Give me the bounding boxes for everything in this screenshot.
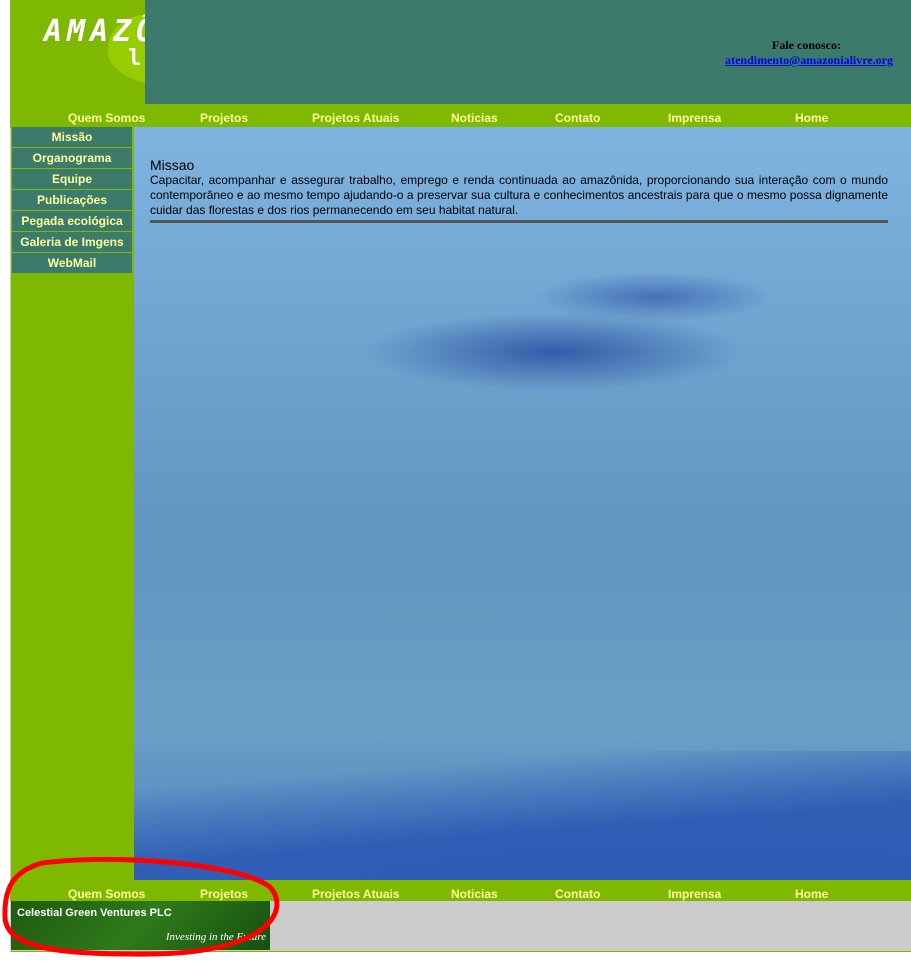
nav-projetos-atuais[interactable]: Projetos Atuais: [312, 111, 400, 125]
sidebar-item-pegada-ecologica[interactable]: Pegada ecológica: [12, 211, 132, 231]
nav-home[interactable]: Home: [795, 111, 828, 125]
nav-contato[interactable]: Contato: [555, 111, 600, 125]
footer-nav-noticias[interactable]: Noticias: [451, 887, 498, 901]
mission-text: Capacitar, acompanhar e assegurar trabal…: [150, 173, 888, 217]
nav-imprensa[interactable]: Imprensa: [668, 111, 721, 125]
mission-section: Missao Capacitar, acompanhar e assegurar…: [150, 157, 888, 223]
contact-box: Fale conosco: atendimento@amazonialivre.…: [725, 38, 893, 68]
sidebar-item-publicacoes[interactable]: Publicações: [12, 190, 132, 210]
footer-nav-imprensa[interactable]: Imprensa: [668, 887, 721, 901]
footer-nav-contato[interactable]: Contato: [555, 887, 600, 901]
sidebar-item-missao[interactable]: Missão: [12, 127, 132, 147]
mission-heading: Missao: [150, 157, 195, 173]
footer-nav-home[interactable]: Home: [795, 887, 828, 901]
sidebar-item-organograma[interactable]: Organograma: [12, 148, 132, 168]
nav-noticias[interactable]: Noticias: [451, 111, 498, 125]
sidebar-item-webmail[interactable]: WebMail: [12, 253, 132, 273]
footer-nav-projetos-atuais[interactable]: Projetos Atuais: [312, 887, 400, 901]
sidebar-menu: Missão Organograma Equipe Publicações Pe…: [12, 127, 132, 274]
nav-projetos[interactable]: Projetos: [200, 111, 248, 125]
sidebar-item-galeria[interactable]: Galeria de Imgens: [12, 232, 132, 252]
sidebar-item-equipe[interactable]: Equipe: [12, 169, 132, 189]
header-banner: Fale conosco: atendimento@amazonialivre.…: [145, 0, 911, 104]
nav-quem-somos[interactable]: Quem Somos: [68, 111, 145, 125]
contact-label: Fale conosco:: [772, 38, 841, 52]
contact-email-link[interactable]: atendimento@amazonialivre.org: [725, 53, 893, 67]
top-navigation: Quem Somos Projetos Projetos Atuais Noti…: [10, 104, 911, 128]
red-circle-annotation: [2, 857, 280, 957]
forest-background-image: Missao Capacitar, acompanhar e assegurar…: [134, 127, 911, 881]
